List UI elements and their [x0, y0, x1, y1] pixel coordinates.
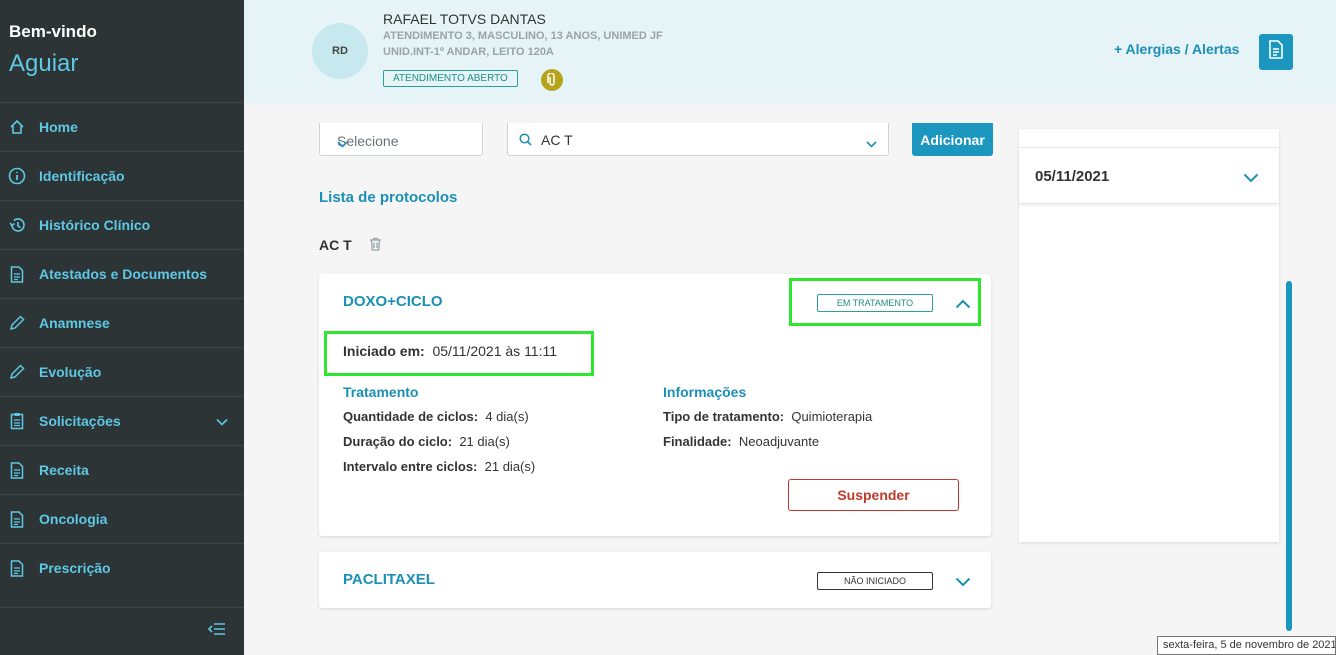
status-badge: ATENDIMENTO ABERTO [383, 70, 518, 87]
chevron-down-icon [1243, 170, 1259, 188]
document-icon [8, 461, 26, 479]
purpose-row: Finalidade: Neoadjuvante [663, 434, 819, 449]
sidebar-item-receita[interactable]: Receita [0, 445, 244, 494]
treatment-type-row: Tipo de tratamento: Quimioterapia [663, 409, 872, 424]
interval-value: 21 dia(s) [484, 459, 536, 474]
protocol-title[interactable]: DOXO+CICLO [343, 293, 443, 310]
cycles-row: Quantidade de ciclos: 4 dia(s) [343, 409, 529, 424]
sidebar-item-solicitacoes[interactable]: Solicitações [0, 396, 244, 445]
patient-name: RAFAEL TOTVS DANTAS [383, 11, 546, 27]
welcome-text: Bem-vindo [9, 22, 97, 41]
sidebar-item-label: Evolução [39, 364, 102, 380]
duration-value: 21 dia(s) [459, 434, 510, 449]
collapse-menu-icon [207, 622, 226, 641]
duration-label: Duração do ciclo: [343, 434, 453, 449]
sidebar-item-label: Oncologia [39, 511, 108, 527]
info-section-title: Informações [663, 384, 747, 400]
sidebar-item-evolucao[interactable]: Evolução [0, 347, 244, 396]
highlight-box [789, 278, 981, 326]
username: Aguiar [9, 50, 79, 77]
history-icon [8, 216, 26, 234]
date-panel: 05/11/2021 [1019, 129, 1279, 542]
sidebar-item-label: Histórico Clínico [39, 217, 151, 233]
home-icon [8, 118, 26, 136]
paperclip-icon[interactable] [541, 69, 563, 91]
patient-details: ATENDIMENTO 3, MASCULINO, 13 ANOS, UNIME… [383, 30, 663, 42]
patient-header: RD RAFAEL TOTVS DANTAS ATENDIMENTO 3, MA… [244, 0, 1336, 104]
sidebar-collapse-button[interactable] [0, 607, 244, 655]
interval-row: Intervalo entre ciclos: 21 dia(s) [343, 459, 535, 474]
info-icon [8, 167, 26, 185]
date-row[interactable]: 05/11/2021 [1019, 148, 1279, 204]
chevron-down-icon [216, 413, 228, 431]
sidebar: Bem-vindo Aguiar Home Identificação Hist… [0, 0, 244, 655]
avatar: RD [312, 23, 368, 79]
sidebar-item-label: Receita [39, 462, 89, 478]
sidebar-item-label: Solicitações [39, 413, 121, 429]
pencil-icon [8, 314, 26, 332]
suspend-button[interactable]: Suspender [788, 479, 959, 511]
document-icon [8, 559, 26, 577]
protocol-search-input[interactable]: AC T [507, 123, 889, 156]
trash-icon[interactable] [369, 237, 382, 256]
sidebar-item-atestados[interactable]: Atestados e Documentos [0, 249, 244, 298]
date-tooltip: sexta-feira, 5 de novembro de 2021 [1157, 636, 1336, 655]
date-value: 05/11/2021 [1035, 168, 1110, 185]
sidebar-item-identificacao[interactable]: Identificação [0, 151, 244, 200]
treatment-section-title: Tratamento [343, 384, 419, 400]
protocol-card: DOXO+CICLO EM TRATAMENTO Iniciado em: 05… [319, 274, 991, 536]
protocol-group-label: AC T [319, 237, 352, 253]
document-icon [1268, 40, 1284, 64]
protocol-card: PACLITAXEL NÃO INICIADO [319, 552, 991, 608]
clipboard-icon [8, 412, 26, 430]
sidebar-item-label: Prescrição [39, 560, 111, 576]
search-value: AC T [541, 132, 573, 148]
duration-row: Duração do ciclo: 21 dia(s) [343, 434, 510, 449]
sidebar-item-label: Anamnese [39, 315, 110, 331]
protocol-type-select[interactable]: Selecione [319, 123, 483, 156]
highlight-box [324, 331, 594, 376]
sidebar-item-home[interactable]: Home [0, 102, 244, 151]
chevron-down-icon[interactable] [955, 574, 971, 592]
chevron-down-icon [866, 135, 877, 153]
treatment-type-label: Tipo de tratamento: [663, 409, 785, 424]
sidebar-item-oncologia[interactable]: Oncologia [0, 494, 244, 543]
status-badge: NÃO INICIADO [817, 572, 933, 590]
purpose-value: Neoadjuvante [738, 434, 820, 449]
sidebar-item-anamnese[interactable]: Anamnese [0, 298, 244, 347]
sidebar-item-label: Home [39, 119, 78, 135]
alergias-alertas-link[interactable]: + Alergias / Alertas [1114, 41, 1239, 57]
add-button[interactable]: Adicionar [912, 123, 993, 156]
document-icon [8, 265, 26, 283]
purpose-label: Finalidade: [663, 434, 732, 449]
document-button[interactable] [1259, 34, 1293, 70]
sidebar-item-prescricao[interactable]: Prescrição [0, 543, 244, 592]
interval-label: Intervalo entre ciclos: [343, 459, 478, 474]
protocol-list-title: Lista de protocolos [319, 189, 458, 206]
protocol-title[interactable]: PACLITAXEL [343, 571, 435, 588]
scrollbar[interactable] [1286, 281, 1292, 631]
cycles-value: 4 dia(s) [485, 409, 529, 424]
sidebar-item-historico[interactable]: Histórico Clínico [0, 200, 244, 249]
sidebar-menu: Home Identificação Histórico Clínico Ate… [0, 102, 244, 592]
patient-location: UNID.INT-1º ANDAR, LEITO 120A [383, 46, 554, 58]
sidebar-item-label: Atestados e Documentos [39, 266, 208, 282]
sidebar-item-label: Identificação [39, 168, 125, 184]
search-icon [519, 133, 532, 151]
treatment-type-value: Quimioterapia [791, 409, 873, 424]
pencil-icon [8, 363, 26, 381]
document-icon [8, 510, 26, 528]
chevron-down-icon [337, 135, 469, 151]
cycles-label: Quantidade de ciclos: [343, 409, 479, 424]
